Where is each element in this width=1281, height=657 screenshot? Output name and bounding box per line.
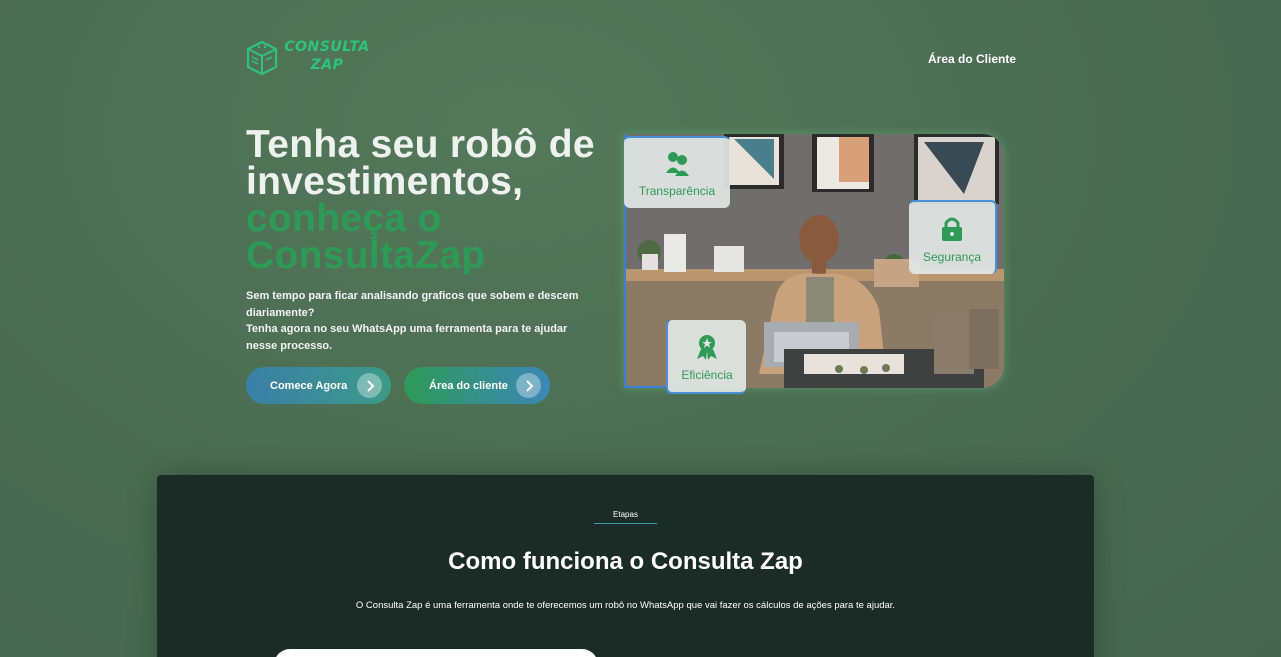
nav-client-area-link[interactable]: Área do Cliente	[928, 52, 1016, 66]
badge-security-label: Segurança	[922, 250, 982, 264]
steps-tag: Etapas	[613, 510, 638, 519]
badge-transparency-label: Transparência	[638, 184, 716, 198]
cube-logo-icon	[246, 40, 278, 76]
badge-efficiency-label: Eficiência	[681, 368, 733, 382]
steps-underline	[594, 523, 657, 524]
badge-transparency: Transparência	[624, 136, 730, 208]
lock-icon	[938, 215, 966, 246]
badge-security: Segurança	[909, 200, 997, 274]
hero-title-line2: investimentos,	[246, 160, 524, 203]
hero-description: Sem tempo para ficar analisando graficos…	[246, 288, 596, 354]
chevron-right-icon	[516, 373, 541, 398]
start-now-label: Comece Agora	[270, 379, 348, 392]
hero-title-line4: ConsultaZap	[246, 236, 646, 275]
steps-title: Como funciona o Consulta Zap	[448, 548, 803, 575]
steps-description: O Consulta Zap é uma ferramenta onde te …	[355, 600, 896, 611]
hero-visual: Transparência Segurança Eficiência	[624, 134, 1004, 394]
start-now-button[interactable]: Comece Agora	[246, 367, 391, 404]
users-icon	[663, 149, 691, 180]
client-area-label: Área do cliente	[429, 379, 508, 392]
hero-title-line1: Tenha seu robô de	[246, 123, 595, 166]
logo-text: CONSULTA ZAP	[282, 38, 372, 74]
logo-text-line2: ZAP	[310, 57, 344, 73]
hero-description-line1: Sem tempo para ficar analisando graficos…	[246, 290, 579, 319]
hero-description-line2: Tenha agora no seu WhatsApp uma ferramen…	[246, 323, 568, 352]
logo[interactable]: CONSULTA ZAP	[246, 38, 376, 78]
hero-title-line3: conheça o	[246, 197, 442, 240]
badge-efficiency: Eficiência	[666, 320, 746, 394]
hero-title: Tenha seu robô de investimentos, conheça…	[246, 123, 646, 275]
client-area-button[interactable]: Área do cliente	[404, 367, 550, 404]
step-card	[274, 649, 598, 657]
award-icon	[693, 333, 721, 364]
steps-section: Etapas Como funciona o Consulta Zap O Co…	[157, 475, 1094, 657]
logo-text-line1: CONSULTA	[284, 39, 370, 55]
chevron-right-icon	[357, 373, 382, 398]
